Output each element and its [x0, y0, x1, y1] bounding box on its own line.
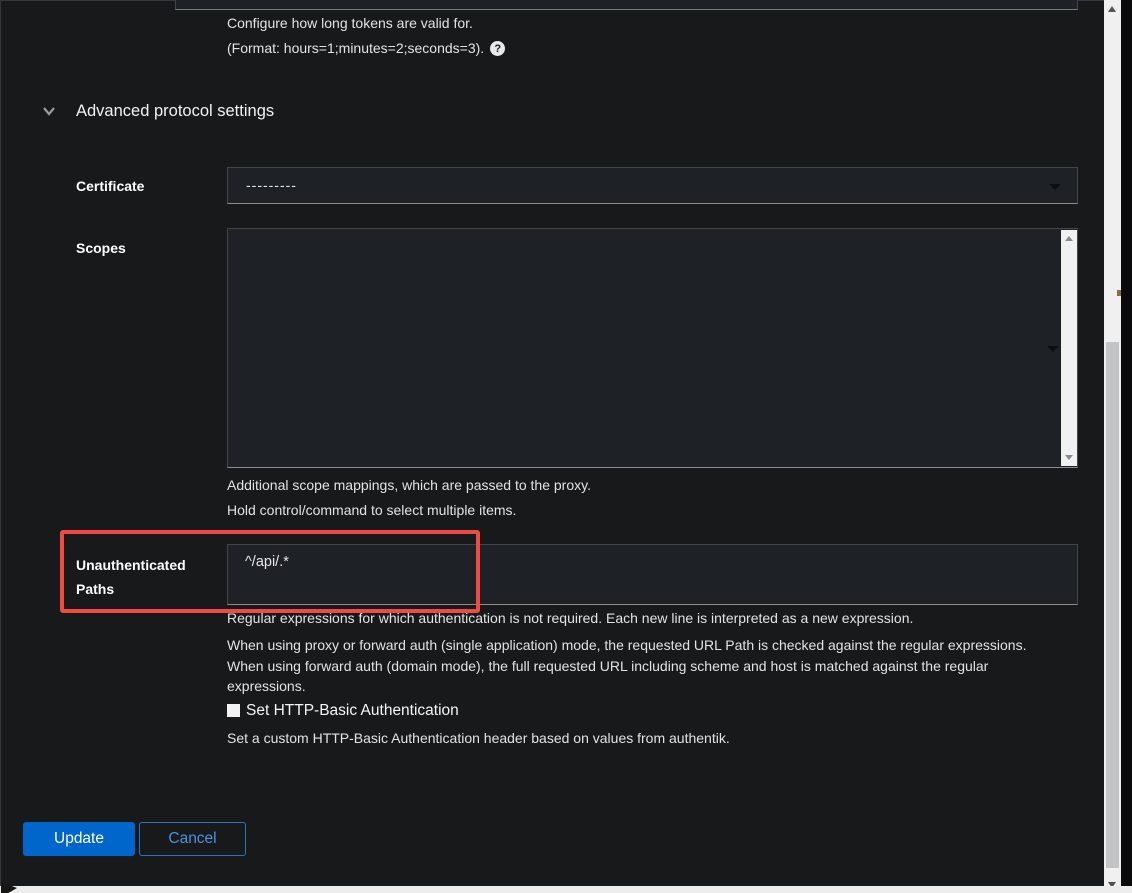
update-button[interactable]: Update — [23, 822, 135, 856]
scopes-multiselect[interactable] — [227, 228, 1078, 468]
scopes-scrollbar[interactable] — [1061, 230, 1077, 466]
token-validity-help-1: Configure how long tokens are valid for. — [227, 15, 473, 32]
provider-settings-form: Configure how long tokens are valid for.… — [0, 0, 1132, 893]
scroll-down-icon[interactable] — [1065, 455, 1073, 460]
cancel-button[interactable]: Cancel — [139, 822, 246, 856]
http-basic-help: Set a custom HTTP-Basic Authentication h… — [227, 730, 730, 747]
scopes-help-2: Hold control/command to select multiple … — [227, 502, 516, 519]
unauthenticated-paths-textarea[interactable]: ^/api/.* — [227, 544, 1078, 605]
token-validity-help-2: (Format: hours=1;minutes=2;seconds=3). — [227, 40, 484, 57]
scopes-label: Scopes — [76, 240, 126, 257]
certificate-label: Certificate — [76, 178, 144, 195]
caret-down-icon — [1049, 184, 1061, 190]
question-circle-icon[interactable]: ? — [490, 41, 505, 56]
http-basic-checkbox[interactable] — [227, 704, 240, 717]
http-basic-label[interactable]: Set HTTP-Basic Authentication — [246, 701, 459, 720]
scroll-up-icon[interactable] — [1108, 6, 1116, 12]
certificate-selected-value: --------- — [246, 177, 297, 193]
scopes-help-1: Additional scope mappings, which are pas… — [227, 477, 591, 494]
scrollbar-thumb[interactable] — [1106, 342, 1119, 868]
caret-down-icon — [1047, 346, 1059, 352]
unauthenticated-paths-help-1: Regular expressions for which authentica… — [227, 610, 1087, 627]
right-gutter — [1121, 0, 1132, 893]
token-validity-help-row: (Format: hours=1;minutes=2;seconds=3). ? — [227, 40, 505, 57]
unauthenticated-paths-help-2: When using proxy or forward auth (single… — [227, 635, 1055, 697]
bottom-edge-strip — [0, 886, 1132, 893]
scroll-up-icon[interactable] — [1065, 236, 1073, 241]
certificate-select[interactable]: --------- — [227, 167, 1078, 204]
section-title[interactable]: Advanced protocol settings — [76, 101, 274, 121]
page-scrollbar[interactable] — [1104, 0, 1121, 893]
unauthenticated-paths-label: Unauthenticated Paths — [76, 553, 208, 601]
chevron-down-icon[interactable] — [41, 103, 57, 119]
token-validity-input[interactable] — [175, 0, 1078, 10]
